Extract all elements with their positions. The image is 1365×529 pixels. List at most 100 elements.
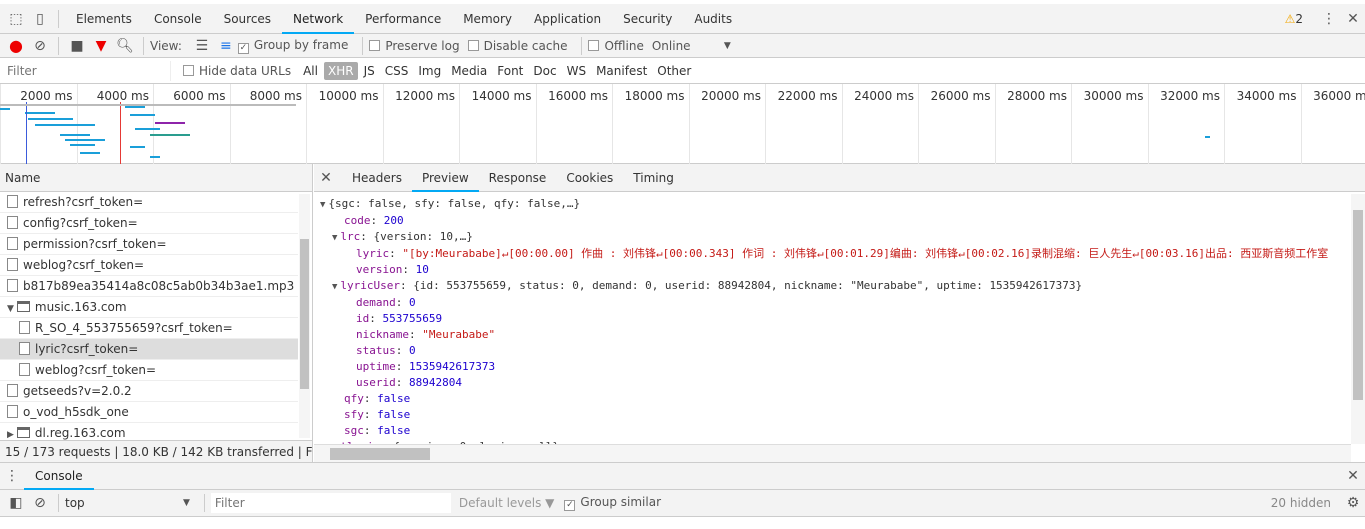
- request-list-scrollbar[interactable]: [299, 194, 310, 438]
- close-drawer-icon[interactable]: ✕: [1341, 468, 1365, 484]
- clear-console-icon[interactable]: ⊘: [28, 495, 52, 511]
- json-token: :: [395, 360, 409, 373]
- json-line[interactable]: qfy: false: [314, 391, 1351, 407]
- request-row[interactable]: o_vod_h5sdk_one: [0, 402, 298, 423]
- filter-type-ws[interactable]: WS: [563, 62, 590, 80]
- inspect-element-icon[interactable]: ⬚: [4, 11, 28, 27]
- more-menu-icon[interactable]: ⋮: [1317, 11, 1341, 27]
- request-name: config?csrf_token=: [23, 216, 138, 230]
- tab-preview[interactable]: Preview: [411, 164, 479, 192]
- json-line[interactable]: code: 200: [314, 213, 1351, 229]
- request-row[interactable]: getseeds?v=2.0.2: [0, 381, 298, 402]
- json-line[interactable]: ▼ lyricUser: {id: 553755659, status: 0, d…: [314, 278, 1351, 295]
- device-toolbar-icon[interactable]: ▯: [28, 11, 52, 27]
- warning-count[interactable]: 2: [1295, 12, 1303, 26]
- json-line[interactable]: status: 0: [314, 343, 1351, 359]
- request-row[interactable]: weblog?csrf_token=: [0, 360, 298, 381]
- preview-vertical-scrollbar[interactable]: [1351, 194, 1365, 444]
- expand-arrow-icon[interactable]: ▼: [320, 200, 325, 210]
- filter-type-all[interactable]: All: [299, 62, 322, 80]
- filter-type-js[interactable]: JS: [360, 62, 379, 80]
- filter-type-xhr[interactable]: XHR: [323, 61, 358, 80]
- tab-memory[interactable]: Memory: [452, 4, 523, 34]
- request-row[interactable]: ▼ music.163.com: [0, 297, 298, 318]
- filter-icon[interactable]: ▼: [89, 38, 113, 54]
- request-row[interactable]: weblog?csrf_token=: [0, 255, 298, 276]
- overview-icon[interactable]: ≡: [214, 38, 238, 54]
- preview-horizontal-scrollbar[interactable]: [314, 444, 1351, 462]
- filter-type-css[interactable]: CSS: [381, 62, 413, 80]
- expand-arrow-icon[interactable]: ▼: [332, 233, 337, 243]
- drawer-menu-icon[interactable]: ⋮: [0, 468, 24, 484]
- tab-security[interactable]: Security: [612, 4, 683, 34]
- expand-arrow-icon[interactable]: ▼: [7, 304, 14, 314]
- json-line[interactable]: uptime: 1535942617373: [314, 359, 1351, 375]
- network-overview-timeline[interactable]: 2000 ms 4000 ms 6000 ms 8000 ms 10000 ms 1200…: [0, 84, 1365, 164]
- group-by-frame-checkbox[interactable]: ✓ Group by frame: [237, 38, 348, 54]
- offline-checkbox[interactable]: Offline: [588, 39, 644, 53]
- expand-arrow-icon[interactable]: ▶: [7, 430, 14, 440]
- tab-headers[interactable]: Headers: [342, 164, 412, 192]
- tab-audits[interactable]: Audits: [683, 4, 743, 34]
- request-row[interactable]: config?csrf_token=: [0, 213, 298, 234]
- chevron-down-icon[interactable]: ▼: [724, 41, 731, 51]
- tab-console[interactable]: Console: [24, 463, 94, 490]
- preserve-log-checkbox[interactable]: Preserve log: [369, 39, 460, 53]
- filter-type-other[interactable]: Other: [653, 62, 695, 80]
- settings-gear-icon[interactable]: ⚙: [1341, 495, 1365, 511]
- record-icon[interactable]: ●: [4, 36, 28, 55]
- filter-type-doc[interactable]: Doc: [529, 62, 560, 80]
- filter-input[interactable]: [3, 60, 171, 81]
- throttling-select[interactable]: Online: [652, 39, 716, 53]
- json-line[interactable]: nickname: "Meurababe": [314, 327, 1351, 343]
- large-rows-icon[interactable]: ☰: [190, 38, 214, 54]
- json-line[interactable]: userid: 88942804: [314, 375, 1351, 391]
- disable-cache-checkbox[interactable]: Disable cache: [467, 39, 567, 53]
- json-token: 0: [409, 344, 416, 357]
- request-row[interactable]: permission?csrf_token=: [0, 234, 298, 255]
- json-preview[interactable]: ▼ {sgc: false, sfy: false, qfy: false,…} c…: [314, 194, 1351, 444]
- log-levels-select[interactable]: Default levels ▼: [459, 496, 555, 510]
- json-line[interactable]: ▼ lrc: {version: 10,…}: [314, 229, 1351, 246]
- json-line[interactable]: id: 553755659: [314, 311, 1351, 327]
- tab-application[interactable]: Application: [523, 4, 612, 34]
- tab-elements[interactable]: Elements: [65, 4, 143, 34]
- context-select[interactable]: top: [65, 496, 183, 510]
- tab-network[interactable]: Network: [282, 4, 355, 34]
- json-line[interactable]: ▼ {sgc: false, sfy: false, qfy: false,…}: [314, 196, 1351, 213]
- close-devtools-icon[interactable]: ✕: [1341, 11, 1365, 27]
- waterfall-bar: [150, 156, 160, 158]
- json-line[interactable]: version: 10: [314, 262, 1351, 278]
- filter-type-media[interactable]: Media: [447, 62, 491, 80]
- console-filter-input[interactable]: [210, 493, 451, 513]
- chevron-down-icon[interactable]: ▼: [183, 498, 190, 508]
- tab-response[interactable]: Response: [479, 164, 557, 192]
- json-line[interactable]: sgc: false: [314, 423, 1351, 439]
- filter-type-manifest[interactable]: Manifest: [592, 62, 651, 80]
- capture-screenshots-icon[interactable]: ■: [65, 38, 89, 54]
- hide-data-urls-checkbox[interactable]: Hide data URLs: [183, 64, 291, 78]
- expand-arrow-icon[interactable]: ▼: [332, 282, 337, 292]
- tab-console[interactable]: Console: [143, 4, 213, 34]
- tab-cookies[interactable]: Cookies: [556, 164, 623, 192]
- request-row[interactable]: refresh?csrf_token=: [0, 192, 298, 213]
- clear-icon[interactable]: ⊘: [28, 38, 52, 54]
- json-line[interactable]: lyric: "[by:Meurababe]↵[00:00.00] 作曲 : 刘…: [314, 246, 1351, 262]
- filter-type-img[interactable]: Img: [414, 62, 445, 80]
- filter-type-font[interactable]: Font: [493, 62, 527, 80]
- warning-icon[interactable]: ⚠: [1285, 12, 1296, 26]
- request-row[interactable]: b817b89ea35414a8c08c5ab0b34b3ae1.mp3: [0, 276, 298, 297]
- tab-performance[interactable]: Performance: [354, 4, 452, 34]
- show-sidebar-icon[interactable]: ◧: [4, 495, 28, 511]
- tab-sources[interactable]: Sources: [213, 4, 282, 34]
- group-similar-checkbox[interactable]: ✓ Group similar: [564, 495, 661, 511]
- json-line[interactable]: sfy: false: [314, 407, 1351, 423]
- name-column-header[interactable]: Name: [0, 164, 312, 192]
- close-icon[interactable]: ✕: [314, 170, 338, 186]
- json-line[interactable]: demand: 0: [314, 295, 1351, 311]
- request-row[interactable]: lyric?csrf_token=: [0, 339, 298, 360]
- tab-timing[interactable]: Timing: [623, 164, 684, 192]
- search-icon[interactable]: 🔍︎: [113, 38, 137, 54]
- timeline-tick: 20000 ms: [688, 84, 766, 164]
- request-row[interactable]: R_SO_4_553755659?csrf_token=: [0, 318, 298, 339]
